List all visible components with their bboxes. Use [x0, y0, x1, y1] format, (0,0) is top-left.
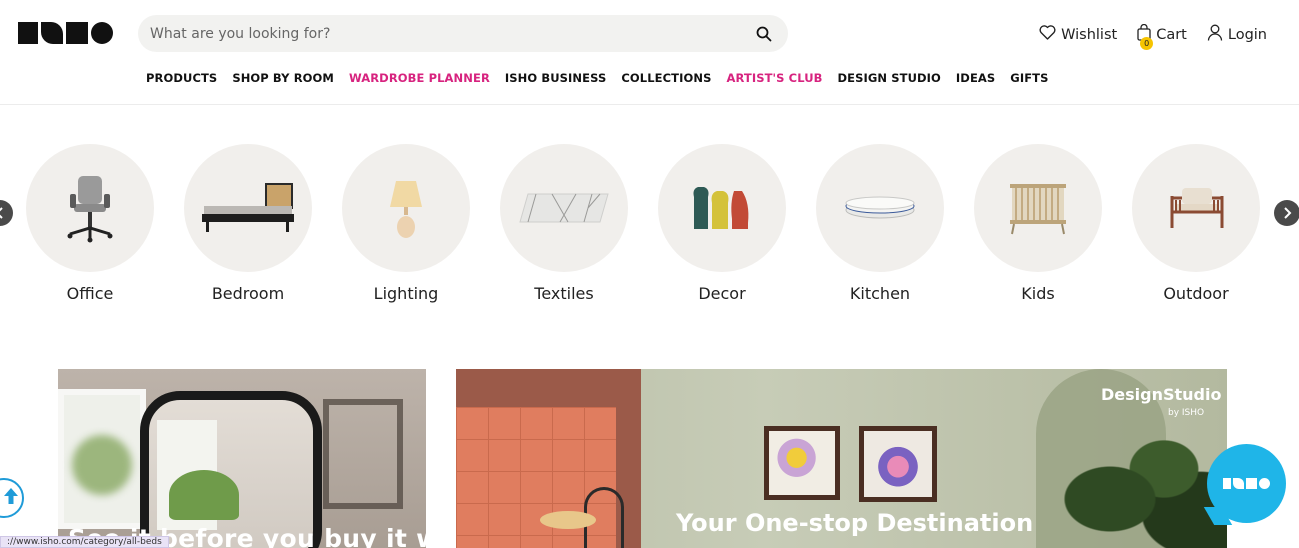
- logo-mark-4: [91, 22, 113, 44]
- category-lighting[interactable]: Lighting: [342, 144, 470, 303]
- office-chair-icon: [26, 144, 154, 272]
- page: Wishlist 0 Cart Login PRODUCTS SHOP BY R…: [0, 0, 1299, 548]
- isho-chat-logo-icon: [1223, 478, 1270, 489]
- category-label: Decor: [698, 284, 746, 303]
- nav-design-studio[interactable]: DESIGN STUDIO: [838, 71, 941, 85]
- wishlist-link[interactable]: Wishlist: [1039, 25, 1117, 44]
- category-label: Outdoor: [1163, 284, 1229, 303]
- category-label: Lighting: [373, 284, 439, 303]
- scroll-to-top-button[interactable]: [0, 478, 24, 518]
- plates-icon: [816, 144, 944, 272]
- main-nav: PRODUCTS SHOP BY ROOM WARDROBE PLANNER I…: [146, 71, 1049, 85]
- carousel-next-button[interactable]: [1274, 200, 1299, 226]
- header-actions: Wishlist 0 Cart Login: [1039, 23, 1267, 50]
- arrow-up-icon: [2, 486, 20, 510]
- nav-products[interactable]: PRODUCTS: [146, 71, 217, 85]
- search-icon[interactable]: [754, 24, 774, 44]
- category-bedroom[interactable]: Bedroom: [184, 144, 312, 303]
- ar-banner[interactable]: See it before you buy it with: [58, 369, 426, 548]
- artwork-frame-2: [859, 426, 937, 502]
- isho-logo[interactable]: [18, 22, 118, 44]
- chevron-right-icon: [1282, 204, 1292, 223]
- category-label: Kitchen: [849, 284, 911, 303]
- nav-wardrobe-planner[interactable]: WARDROBE PLANNER: [349, 71, 490, 85]
- plant-image: [1056, 409, 1227, 548]
- picture-frame-image: [323, 399, 403, 509]
- search-bar: [138, 15, 788, 52]
- cart-link[interactable]: 0 Cart: [1137, 23, 1187, 50]
- category-label: Bedroom: [211, 284, 285, 303]
- nav-gifts[interactable]: GIFTS: [1010, 71, 1048, 85]
- table-lamp-icon: [342, 144, 470, 272]
- carousel-prev-button[interactable]: [0, 200, 13, 226]
- armchair-icon: [1132, 144, 1260, 272]
- cart-count-badge: 0: [1140, 37, 1154, 50]
- nav-artists-club[interactable]: ARTIST'S CLUB: [726, 71, 822, 85]
- category-kids[interactable]: Kids: [974, 144, 1102, 303]
- logo-mark-1: [18, 22, 38, 44]
- design-studio-banner[interactable]: DesignStudio by ISHO Your One-stop Desti…: [456, 369, 1227, 548]
- category-outdoor[interactable]: Outdoor: [1132, 144, 1260, 303]
- logo-mark-2: [41, 22, 63, 44]
- status-bar-url: ://www.isho.com/category/all-beds: [0, 536, 169, 548]
- window-image: [58, 389, 146, 529]
- heart-icon: [1039, 25, 1056, 44]
- nav-collections[interactable]: COLLECTIONS: [621, 71, 711, 85]
- design-studio-headline: Your One-stop Destination: [676, 509, 1034, 537]
- user-icon: [1207, 24, 1223, 45]
- crib-icon: [974, 144, 1102, 272]
- category-carousel: Office Bedroom Lighting Textiles Decor K…: [26, 144, 1260, 303]
- login-label: Login: [1227, 26, 1267, 43]
- category-kitchen[interactable]: Kitchen: [816, 144, 944, 303]
- category-label: Office: [66, 284, 114, 303]
- category-decor[interactable]: Decor: [658, 144, 786, 303]
- artwork-frame-1: [764, 426, 840, 500]
- cart-label: Cart: [1156, 26, 1187, 43]
- wishlist-label: Wishlist: [1061, 26, 1118, 43]
- chevron-left-icon: [0, 204, 5, 223]
- nav-isho-business[interactable]: ISHO BUSINESS: [505, 71, 606, 85]
- logo-mark-3: [66, 22, 88, 44]
- category-label: Textiles: [534, 284, 594, 303]
- category-textiles[interactable]: Textiles: [500, 144, 628, 303]
- rug-icon: [500, 144, 628, 272]
- lamp-shade-image: [540, 511, 596, 529]
- search-input[interactable]: [150, 25, 754, 42]
- nav-shop-by-room[interactable]: SHOP BY ROOM: [232, 71, 334, 85]
- vases-icon: [658, 144, 786, 272]
- nav-ideas[interactable]: IDEAS: [956, 71, 995, 85]
- design-studio-brand: DesignStudio: [1101, 385, 1222, 404]
- category-office[interactable]: Office: [26, 144, 154, 303]
- category-label: Kids: [1021, 284, 1055, 303]
- design-studio-brand-sub: by ISHO: [1168, 408, 1205, 418]
- login-link[interactable]: Login: [1207, 24, 1267, 45]
- bed-icon: [184, 144, 312, 272]
- header-divider: [0, 104, 1299, 105]
- chat-widget-button[interactable]: [1203, 444, 1286, 525]
